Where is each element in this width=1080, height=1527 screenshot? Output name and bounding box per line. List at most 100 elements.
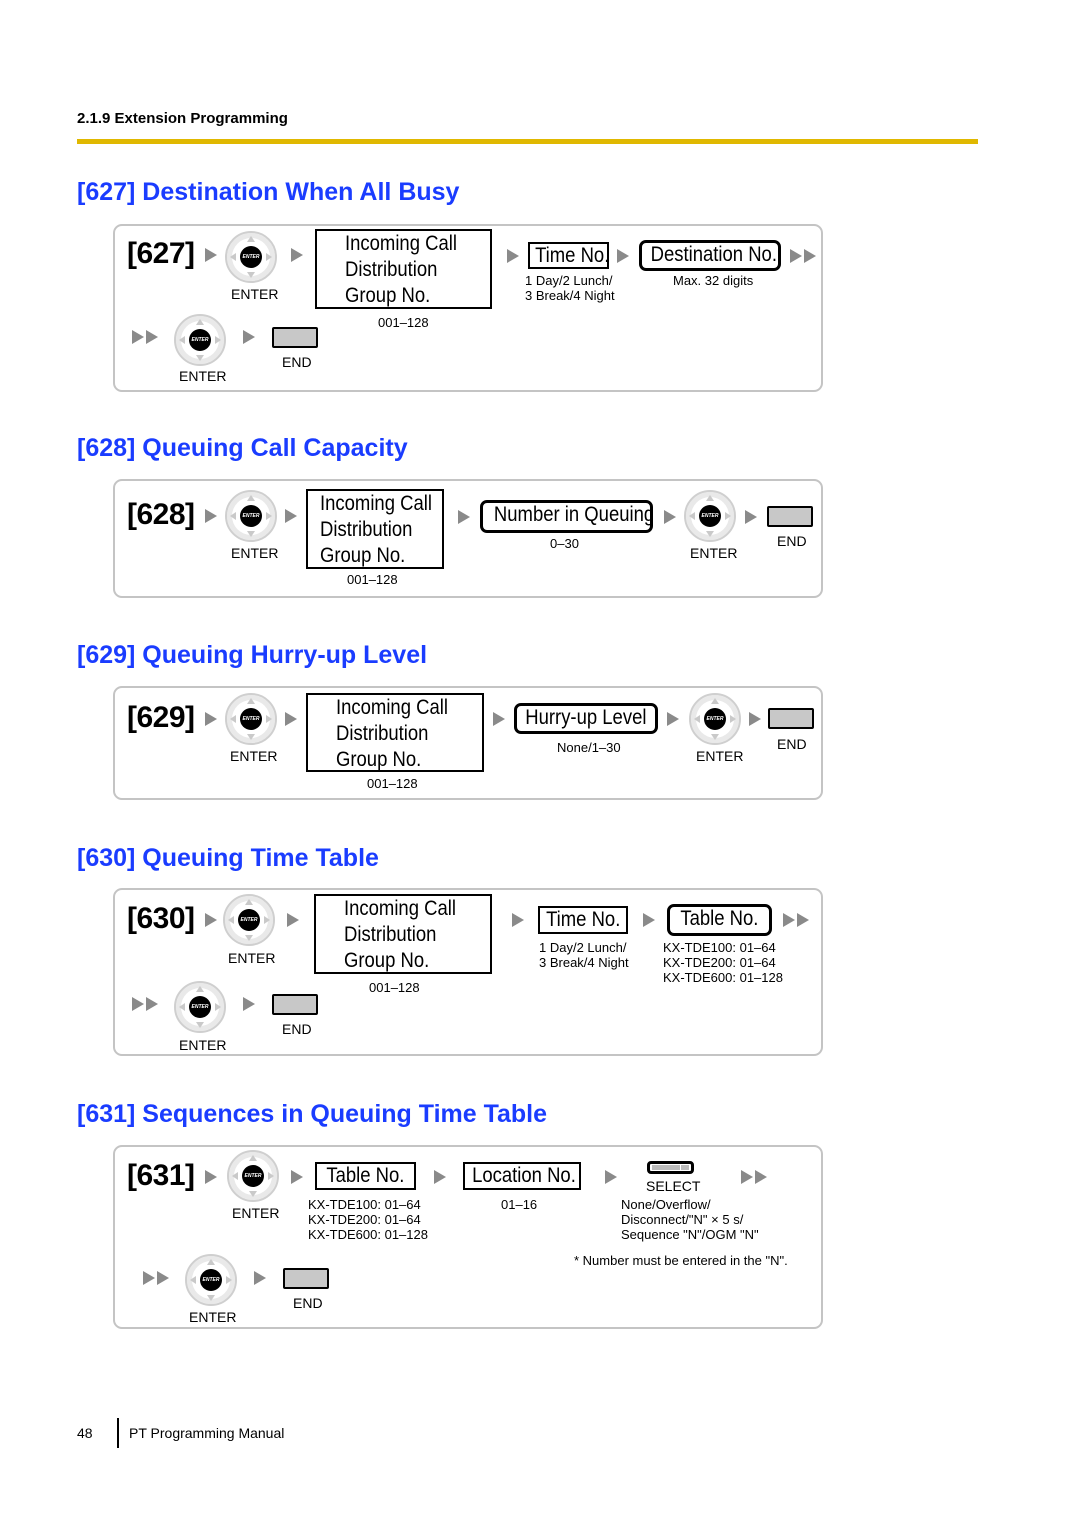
arrow-icon xyxy=(285,712,297,726)
icd-line-1: Incoming Call xyxy=(320,492,432,515)
header-rule xyxy=(77,139,978,144)
arrow-icon xyxy=(205,248,217,262)
enter-key-text: ENTER xyxy=(200,1269,222,1291)
table-ranges: KX-TDE100: 01–64 KX-TDE200: 01–64 KX-TDE… xyxy=(308,1197,428,1242)
time-options: 1 Day/2 Lunch/ 3 Break/4 Night xyxy=(525,273,615,303)
arrow-icon xyxy=(493,712,505,726)
destination-no-field[interactable]: Destination No. xyxy=(639,240,781,271)
program-code: [631] xyxy=(127,1159,195,1192)
enter-label: ENTER xyxy=(232,1205,280,1221)
double-arrow-icon xyxy=(790,249,818,263)
enter-key-icon[interactable]: ENTER xyxy=(225,231,277,283)
table-no-field[interactable]: Table No. xyxy=(315,1162,416,1190)
enter-key-icon[interactable]: ENTER xyxy=(225,490,277,542)
arrow-icon xyxy=(205,712,217,726)
end-label: END xyxy=(282,1021,312,1037)
arrow-icon xyxy=(664,510,676,524)
enter-key-text: ENTER xyxy=(242,1165,264,1187)
enter-key-text: ENTER xyxy=(189,329,211,351)
arrow-icon xyxy=(205,913,217,927)
icd-line-1: Incoming Call xyxy=(336,696,448,719)
icd-line-3: Group No. xyxy=(345,284,431,307)
arrow-icon xyxy=(243,330,255,344)
icd-group-field[interactable]: Incoming Call Distribution Group No. xyxy=(306,693,484,772)
arrow-icon xyxy=(205,509,217,523)
double-arrow-icon xyxy=(132,330,160,344)
icd-line-2: Distribution xyxy=(345,258,438,281)
enter-key-text: ENTER xyxy=(240,505,262,527)
icd-line-1: Incoming Call xyxy=(344,897,456,920)
enter-label: ENTER xyxy=(690,545,738,561)
enter-label: ENTER xyxy=(696,748,744,764)
enter-key-text: ENTER xyxy=(240,246,262,268)
enter-key-icon[interactable]: ENTER xyxy=(174,981,226,1033)
arrow-icon xyxy=(667,712,679,726)
hurry-up-level-field[interactable]: Hurry-up Level xyxy=(514,703,658,734)
arrow-icon xyxy=(605,1170,617,1184)
time-no-field[interactable]: Time No. xyxy=(538,906,628,934)
enter-key-icon[interactable]: ENTER xyxy=(684,490,736,542)
section-title-631: [631] Sequences in Queuing Time Table xyxy=(77,1100,548,1128)
end-key-icon[interactable] xyxy=(283,1268,329,1289)
icd-line-2: Distribution xyxy=(344,923,437,946)
enter-key-text: ENTER xyxy=(704,708,726,730)
time-options: 1 Day/2 Lunch/ 3 Break/4 Night xyxy=(539,940,629,970)
enter-key-icon[interactable]: ENTER xyxy=(225,693,277,745)
end-label: END xyxy=(282,354,312,370)
enter-label: ENTER xyxy=(179,1037,227,1053)
enter-label: ENTER xyxy=(230,748,278,764)
icd-line-3: Group No. xyxy=(344,949,430,972)
end-label: END xyxy=(293,1295,323,1311)
icd-line-2: Distribution xyxy=(320,518,413,541)
icd-line-2: Distribution xyxy=(336,722,429,745)
arrow-icon xyxy=(243,997,255,1011)
icd-line-3: Group No. xyxy=(336,748,422,771)
double-arrow-icon xyxy=(132,997,160,1011)
icd-group-field[interactable]: Incoming Call Distribution Group No. xyxy=(314,894,492,974)
end-label: END xyxy=(777,736,807,752)
program-code: [630] xyxy=(127,902,195,935)
table-no-field[interactable]: Table No. xyxy=(667,904,772,936)
section-title-627: [627] Destination When All Busy xyxy=(77,178,460,206)
section-header: 2.1.9 Extension Programming xyxy=(77,110,288,127)
icd-line-3: Group No. xyxy=(320,544,406,567)
field-range: None/1–30 xyxy=(557,740,621,755)
end-key-icon[interactable] xyxy=(767,506,813,527)
enter-key-icon[interactable]: ENTER xyxy=(223,894,275,946)
section-title-628: [628] Queuing Call Capacity xyxy=(77,434,408,462)
program-code: [627] xyxy=(127,237,195,270)
arrow-icon xyxy=(254,1271,266,1285)
end-key-icon[interactable] xyxy=(768,708,814,729)
double-arrow-icon xyxy=(783,913,811,927)
arrow-icon xyxy=(291,248,303,262)
arrow-icon xyxy=(285,509,297,523)
enter-label: ENTER xyxy=(189,1309,237,1325)
enter-key-text: ENTER xyxy=(238,909,260,931)
select-key-icon[interactable] xyxy=(647,1161,694,1174)
arrow-icon xyxy=(458,510,470,524)
icd-group-field[interactable]: Incoming Call Distribution Group No. xyxy=(315,229,492,309)
number-in-queuing-field[interactable]: Number in Queuing xyxy=(480,500,654,533)
select-options: None/Overflow/ Disconnect/"N" × 5 s/ Seq… xyxy=(621,1197,759,1242)
footer-divider xyxy=(117,1418,119,1448)
enter-key-icon[interactable]: ENTER xyxy=(174,314,226,366)
page-number: 48 xyxy=(77,1425,93,1441)
enter-key-icon[interactable]: ENTER xyxy=(689,693,741,745)
enter-key-text: ENTER xyxy=(189,996,211,1018)
time-no-field[interactable]: Time No. xyxy=(528,242,609,269)
field-range: 0–30 xyxy=(550,536,579,551)
section-title-629: [629] Queuing Hurry-up Level xyxy=(77,641,428,669)
icd-group-field[interactable]: Incoming Call Distribution Group No. xyxy=(306,489,444,569)
arrow-icon xyxy=(434,1170,446,1184)
arrow-icon xyxy=(749,712,761,726)
double-arrow-icon xyxy=(143,1271,171,1285)
enter-key-icon[interactable]: ENTER xyxy=(185,1254,237,1306)
end-key-icon[interactable] xyxy=(272,994,318,1015)
enter-key-icon[interactable]: ENTER xyxy=(227,1150,279,1202)
arrow-icon xyxy=(287,913,299,927)
program-code: [628] xyxy=(127,498,195,531)
icd-range: 001–128 xyxy=(369,980,420,995)
location-no-field[interactable]: Location No. xyxy=(463,1162,581,1190)
end-key-icon[interactable] xyxy=(272,327,318,348)
arrow-icon xyxy=(643,913,655,927)
